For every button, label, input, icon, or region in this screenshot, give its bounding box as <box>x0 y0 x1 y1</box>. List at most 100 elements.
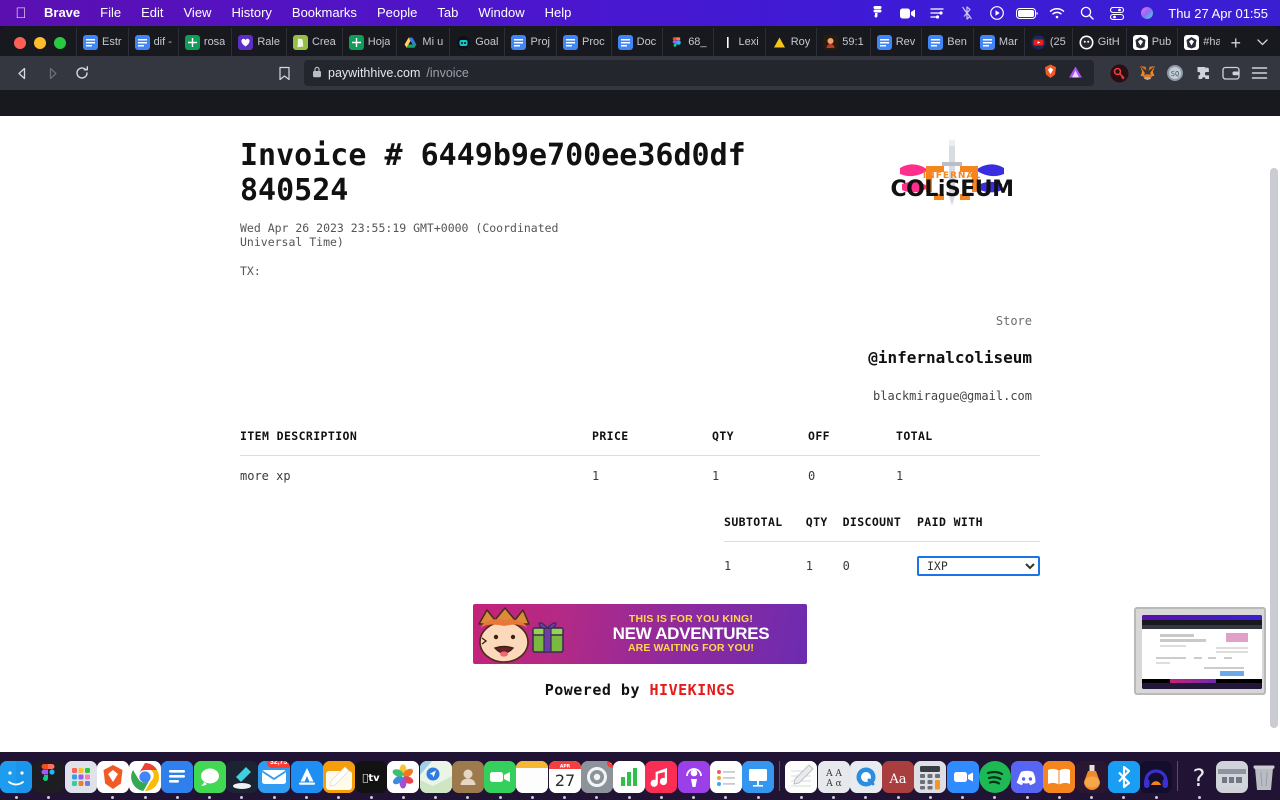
control-center-icon[interactable] <box>1102 0 1132 26</box>
dock-item-textedit[interactable] <box>785 753 818 799</box>
dock-item-photos[interactable] <box>387 753 420 799</box>
dock-item-music[interactable] <box>645 753 678 799</box>
dock-item-archive-utility[interactable] <box>1215 753 1248 799</box>
back-icon[interactable] <box>8 60 36 86</box>
dock-item-finder[interactable] <box>0 753 33 799</box>
dock-item-stickies[interactable] <box>516 753 549 799</box>
dock-item-facetime[interactable] <box>484 753 517 799</box>
browser-tab[interactable]: Ben <box>921 28 973 56</box>
dock-item-figma[interactable] <box>32 753 65 799</box>
dock-item-apple-tv[interactable]: tv <box>355 753 388 799</box>
browser-tab[interactable]: Rev <box>869 28 922 56</box>
dock-item-app-store[interactable] <box>290 753 323 799</box>
menu-item-help[interactable]: Help <box>535 0 582 26</box>
dock-item-bluetooth[interactable] <box>1107 753 1140 799</box>
browser-tab[interactable]: 68_ <box>662 28 712 56</box>
bluetooth-icon[interactable] <box>952 0 982 26</box>
menu-item-history[interactable]: History <box>221 0 281 26</box>
key-icon[interactable] <box>1106 60 1132 86</box>
browser-tab[interactable]: Proc <box>556 28 611 56</box>
browser-tab[interactable]: Goal <box>449 28 504 56</box>
browser-tab[interactable]: Mi u <box>396 28 449 56</box>
paid-with-select[interactable]: IXP <box>916 555 1040 576</box>
dock-item-launchpad[interactable] <box>64 753 97 799</box>
dock-item-trash[interactable] <box>1248 753 1280 799</box>
browser-tab[interactable]: Doc <box>610 28 663 56</box>
dock-item-spotify[interactable] <box>978 753 1011 799</box>
dock-item-maps[interactable] <box>419 753 452 799</box>
dock-item-google-docs[interactable] <box>161 753 194 799</box>
browser-tab[interactable]: dif - <box>127 28 178 56</box>
forward-icon[interactable] <box>38 60 66 86</box>
browser-tab[interactable]: Mar <box>972 28 1024 56</box>
new-tab-button[interactable]: + <box>1220 34 1251 56</box>
dock-item-quicktime[interactable] <box>849 753 882 799</box>
sliders-icon[interactable] <box>922 0 952 26</box>
metamask-fox-icon[interactable] <box>1134 60 1160 86</box>
dock-item-numbers[interactable] <box>613 753 646 799</box>
browser-tab[interactable]: (25 <box>1023 28 1072 56</box>
menu-item-tab[interactable]: Tab <box>427 0 468 26</box>
browser-tab[interactable]: rosa <box>177 28 231 56</box>
dock-item-potion[interactable] <box>1075 753 1108 799</box>
browser-tab[interactable]: Pub <box>1125 28 1178 56</box>
play-icon[interactable] <box>982 0 1012 26</box>
apple-icon[interactable]:  <box>8 5 34 22</box>
browser-tab[interactable]: GitH <box>1071 28 1126 56</box>
dock-item-books[interactable] <box>1043 753 1076 799</box>
menu-item-view[interactable]: View <box>174 0 222 26</box>
dock-item-mail[interactable]: 32,735 <box>258 753 291 799</box>
chevron-down-icon[interactable] <box>1251 37 1280 56</box>
page-scrollbar[interactable] <box>1270 168 1278 728</box>
dock-item-contacts[interactable] <box>451 753 484 799</box>
menu-item-brave[interactable]: Brave <box>34 0 90 26</box>
battery-icon[interactable] <box>1012 0 1042 26</box>
dock-item-zoom[interactable] <box>946 753 979 799</box>
browser-tab[interactable]: Rale <box>231 28 286 56</box>
wallet-icon[interactable] <box>1218 60 1244 86</box>
browser-tab[interactable]: Roy <box>764 28 817 56</box>
dock-item-keynote[interactable] <box>742 753 775 799</box>
minimize-window-button[interactable] <box>34 37 46 49</box>
promo-banner[interactable]: THIS IS FOR YOU KING! NEW ADVENTURES ARE… <box>473 603 807 664</box>
siri-icon[interactable] <box>1132 0 1162 26</box>
dock-item-system-settings[interactable]: 1 <box>580 753 613 799</box>
dock-item-messages[interactable] <box>193 753 226 799</box>
dock-item-calendar[interactable]: APR 27 <box>548 753 581 799</box>
dock-item-tool[interactable] <box>225 753 258 799</box>
dock-item-headphones[interactable] <box>1140 753 1173 799</box>
triangle-icon[interactable] <box>1067 64 1084 83</box>
coin-icon[interactable]: SQ <box>1162 60 1188 86</box>
browser-tab[interactable]: Estr <box>76 28 128 56</box>
dock-item-reminders[interactable] <box>709 753 742 799</box>
puzzle-icon[interactable] <box>1190 60 1216 86</box>
screen-share-preview[interactable] <box>1134 606 1266 695</box>
bookmark-icon[interactable] <box>270 60 298 86</box>
browser-tab[interactable]: Hoja <box>341 28 397 56</box>
menu-item-window[interactable]: Window <box>468 0 534 26</box>
browser-tab[interactable]: Lexi <box>712 28 765 56</box>
browser-tab[interactable]: Crea <box>285 28 342 56</box>
browser-tab[interactable]: #ha <box>1177 28 1220 56</box>
wifi-icon[interactable] <box>1042 0 1072 26</box>
screen-record-icon[interactable] <box>892 0 922 26</box>
dock-item-brave[interactable] <box>96 753 129 799</box>
close-window-button[interactable] <box>14 37 26 49</box>
browser-tab[interactable]: 59:1 <box>816 28 869 56</box>
menu-item-people[interactable]: People <box>367 0 427 26</box>
menu-item-bookmarks[interactable]: Bookmarks <box>282 0 367 26</box>
dock-item-font-book[interactable]: A AA α <box>817 753 850 799</box>
dock-item-podcasts[interactable] <box>677 753 710 799</box>
dock-item-notes[interactable] <box>322 753 355 799</box>
address-bar[interactable]: paywithhive.com/invoice <box>304 60 1094 86</box>
brave-shield-icon[interactable] <box>1042 63 1059 83</box>
menu-item-edit[interactable]: Edit <box>131 0 173 26</box>
dock-item-dictionary[interactable]: Aa <box>882 753 915 799</box>
menu-bar-clock[interactable]: Thu 27 Apr 01:55 <box>1162 6 1272 21</box>
reload-icon[interactable] <box>68 60 96 86</box>
figma-icon[interactable] <box>862 0 892 26</box>
menu-item-file[interactable]: File <box>90 0 131 26</box>
menu-icon[interactable] <box>1246 60 1272 86</box>
dock-item-chrome[interactable] <box>129 753 162 799</box>
maximize-window-button[interactable] <box>54 37 66 49</box>
